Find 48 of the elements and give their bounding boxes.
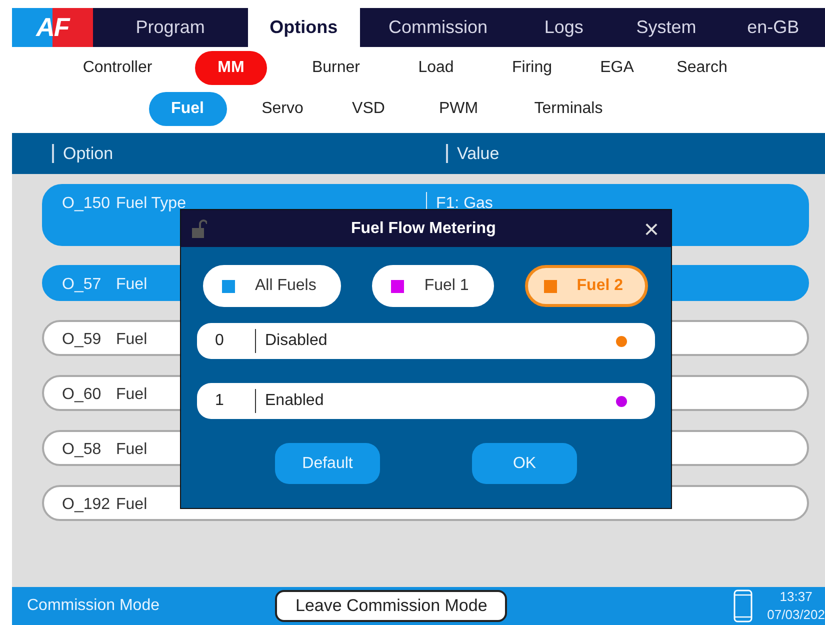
section-tab[interactable]: Terminals xyxy=(508,92,628,126)
choice-value: 1 xyxy=(214,391,225,411)
dialog-title: Fuel Flow Metering xyxy=(350,218,497,238)
menu-tab[interactable]: Logs xyxy=(516,8,612,47)
fuel-selector[interactable]: All Fuels xyxy=(203,265,342,307)
padlock-icon xyxy=(191,218,207,238)
sub-tab[interactable]: EGA xyxy=(582,50,652,84)
close-button[interactable]: × xyxy=(640,216,663,242)
clock-time: 13:37 xyxy=(780,588,812,606)
leave-mode-button[interactable]: Leave Commission Mode xyxy=(275,590,508,622)
menu-tab[interactable]: Commission xyxy=(360,8,516,47)
option-id: O_59 xyxy=(61,330,102,350)
option-name: Fuel xyxy=(116,441,148,458)
choice-label: Disabled xyxy=(255,329,616,353)
mode-label: Commission Mode xyxy=(27,596,160,616)
option-name: Fuel xyxy=(116,386,148,403)
section-tab[interactable]: PWM xyxy=(408,92,508,126)
menu-tab[interactable]: en-GB xyxy=(721,8,825,47)
option-id: O_58 xyxy=(61,440,102,460)
fuel-selector[interactable]: Fuel 1 xyxy=(372,265,494,307)
option-id: O_192 xyxy=(61,495,112,515)
option-name: Fuel xyxy=(116,331,148,348)
sub-tab[interactable]: Burner xyxy=(282,50,390,84)
option-id: O_150 xyxy=(61,194,112,214)
phone-icon xyxy=(733,589,754,623)
sub-tab[interactable]: Load xyxy=(390,50,482,84)
section-tab[interactable]: VSD xyxy=(328,92,408,126)
menu-tab[interactable]: Program xyxy=(92,8,248,47)
column-header: Value xyxy=(446,144,500,162)
choice-value: 0 xyxy=(214,331,225,351)
sub-tab[interactable]: Controller xyxy=(55,50,180,84)
sub-tab[interactable]: MM xyxy=(195,50,267,84)
menu-tab[interactable]: Options xyxy=(248,8,360,47)
option-id: O_60 xyxy=(61,385,102,405)
choice-row[interactable]: 0 Disabled xyxy=(197,323,655,359)
section-tab[interactable]: Servo xyxy=(236,92,328,126)
choice-row[interactable]: 1 Enabled xyxy=(197,383,655,419)
sub-tab[interactable]: Firing xyxy=(482,50,582,84)
option-name: Fuel Type xyxy=(116,195,186,212)
option-id: O_57 xyxy=(61,275,102,295)
column-header: Option xyxy=(52,144,114,162)
logo: AF xyxy=(12,8,93,47)
clock-date: 07/03/202 xyxy=(767,606,825,624)
menu-tab[interactable]: System xyxy=(611,8,722,47)
option-name: Fuel xyxy=(116,496,148,513)
choice-label: Enabled xyxy=(255,389,616,413)
option-name: Fuel xyxy=(116,276,148,293)
sub-tab[interactable]: Search xyxy=(652,50,752,84)
